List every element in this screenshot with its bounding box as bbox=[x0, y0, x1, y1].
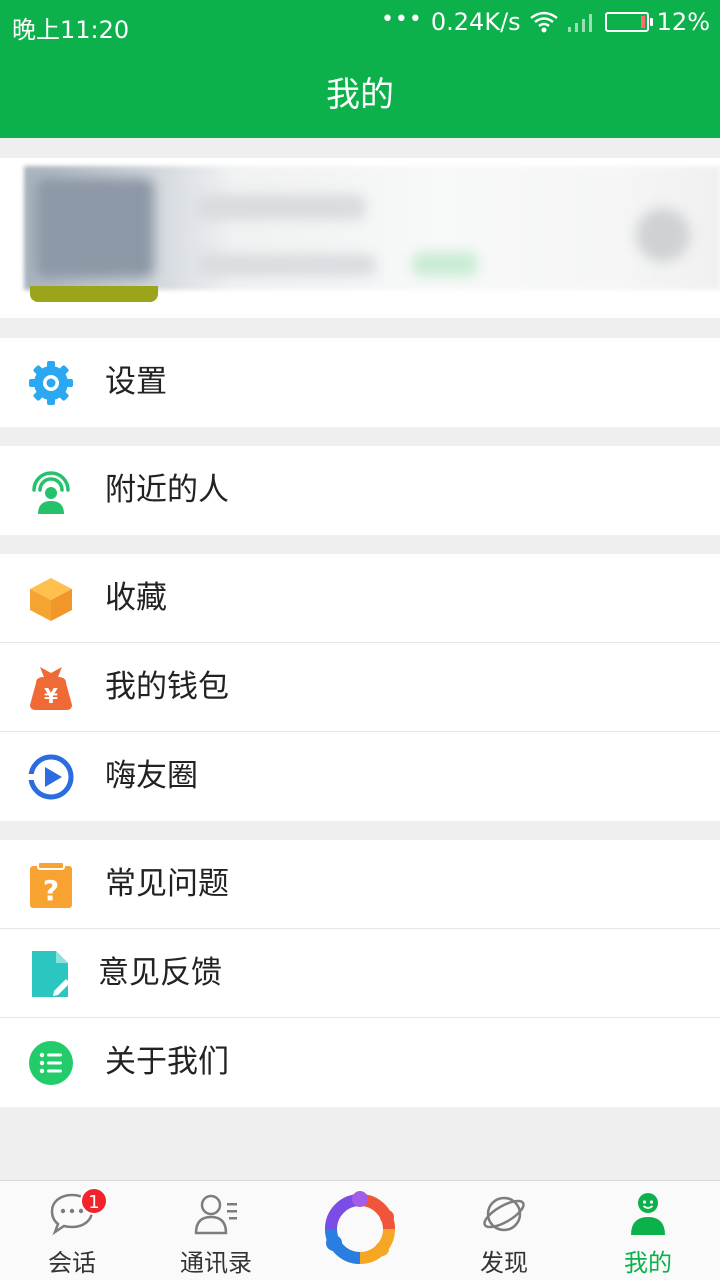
menu-label: 意见反馈 bbox=[98, 955, 222, 991]
menu-label: 嗨友圈 bbox=[105, 758, 198, 794]
me-icon bbox=[631, 1193, 665, 1235]
profile-card[interactable] bbox=[0, 158, 720, 318]
menu-label: 收藏 bbox=[105, 580, 167, 616]
battery-percent: 12% bbox=[656, 8, 710, 36]
tab-label: 发现 bbox=[480, 1249, 528, 1277]
tab-label: 我的 bbox=[624, 1249, 672, 1277]
menu-label: 我的钱包 bbox=[105, 669, 229, 705]
qr-code-icon[interactable] bbox=[636, 208, 690, 262]
menu-label: 设置 bbox=[105, 364, 167, 400]
list-icon bbox=[29, 1041, 73, 1085]
menu-item-favorites[interactable]: 收藏 bbox=[0, 554, 720, 643]
more-dots-icon: ••• bbox=[380, 6, 423, 32]
tab-discover[interactable]: 发现 bbox=[432, 1181, 576, 1280]
battery-fill bbox=[640, 16, 645, 28]
tab-label: 通讯录 bbox=[180, 1249, 252, 1277]
profile-id-placeholder bbox=[196, 254, 376, 276]
menu-group-help: ? 常见问题 意见反馈 关于我们 bbox=[0, 840, 720, 1107]
contacts-icon bbox=[194, 1194, 237, 1235]
status-time: 晚上11:20 bbox=[12, 16, 130, 44]
planet-icon bbox=[483, 1196, 525, 1232]
menu-group-personal: 收藏 ¥ 我的钱包 嗨友圈 bbox=[0, 554, 720, 821]
avatar-frame bbox=[30, 286, 158, 302]
nearby-people-icon bbox=[32, 471, 70, 514]
tab-center[interactable] bbox=[288, 1181, 432, 1280]
menu-group-nearby: 附近的人 bbox=[0, 446, 720, 535]
profile-name-placeholder bbox=[196, 194, 366, 220]
tab-label: 会话 bbox=[48, 1249, 96, 1277]
svg-text:¥: ¥ bbox=[44, 684, 58, 708]
tab-me[interactable]: 我的 bbox=[576, 1181, 720, 1280]
title-bar: 我的 bbox=[0, 52, 720, 138]
bottom-tab-bar: 1 会话 通讯录 发现 我的 bbox=[0, 1180, 720, 1280]
tab-chat[interactable]: 1 会话 bbox=[0, 1181, 144, 1280]
status-bar: 晚上11:20 ••• 0.24K/s 12% bbox=[0, 0, 720, 52]
unread-badge: 1 bbox=[80, 1187, 108, 1215]
svg-text:?: ? bbox=[43, 874, 59, 907]
feedback-doc-icon bbox=[32, 951, 70, 997]
menu-label: 附近的人 bbox=[105, 472, 229, 508]
wallet-icon: ¥ bbox=[30, 667, 72, 710]
page-title: 我的 bbox=[326, 75, 394, 115]
tab-contacts[interactable]: 通讯录 bbox=[144, 1181, 288, 1280]
menu-item-about[interactable]: 关于我们 bbox=[0, 1018, 720, 1107]
circle-play-icon bbox=[28, 754, 74, 800]
menu-item-hi-circle[interactable]: 嗨友圈 bbox=[0, 732, 720, 821]
question-clipboard-icon: ? bbox=[30, 862, 72, 908]
menu-item-wallet[interactable]: ¥ 我的钱包 bbox=[0, 643, 720, 732]
menu-label: 常见问题 bbox=[105, 866, 229, 902]
menu-item-settings[interactable]: 设置 bbox=[0, 338, 720, 427]
menu-group-settings: 设置 bbox=[0, 338, 720, 427]
avatar bbox=[36, 178, 154, 278]
menu-label: 关于我们 bbox=[105, 1044, 229, 1080]
menu-item-nearby-people[interactable]: 附近的人 bbox=[0, 446, 720, 535]
status-right: ••• 0.24K/s 12% bbox=[380, 6, 710, 37]
gear-icon bbox=[29, 361, 73, 405]
signal-icon bbox=[567, 14, 592, 32]
battery-icon bbox=[604, 12, 653, 32]
menu-item-faq[interactable]: ? 常见问题 bbox=[0, 840, 720, 929]
box-icon bbox=[30, 578, 72, 621]
network-speed: 0.24K/s bbox=[430, 8, 521, 36]
center-ring-icon bbox=[325, 1191, 395, 1264]
menu-item-feedback[interactable]: 意见反馈 bbox=[0, 929, 720, 1018]
profile-tag-placeholder bbox=[412, 252, 478, 276]
wifi-icon bbox=[529, 11, 558, 33]
